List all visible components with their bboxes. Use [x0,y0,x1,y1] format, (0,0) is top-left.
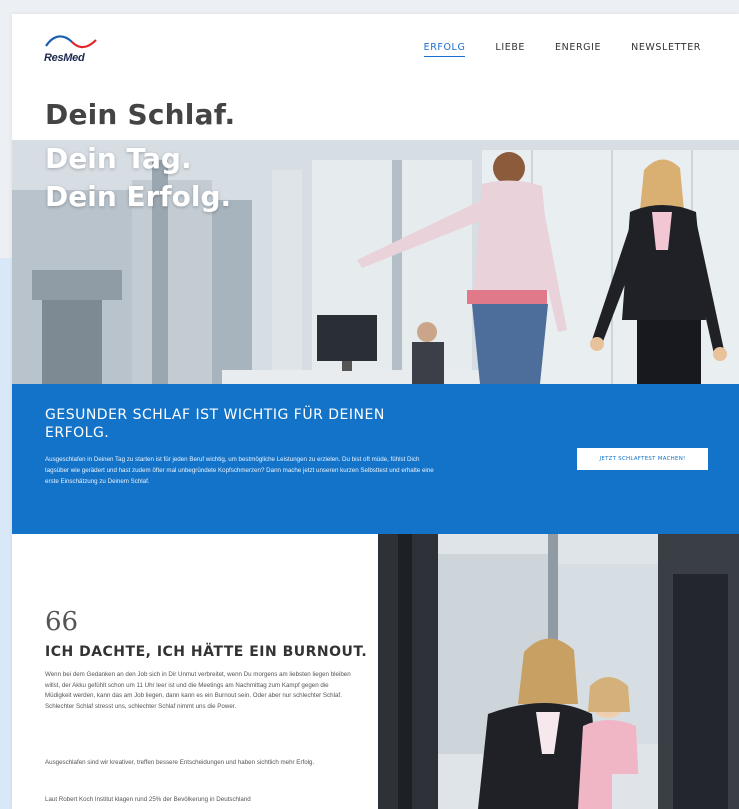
sleep-test-button[interactable]: JETZT SCHLAFTEST MACHEN! [577,448,708,470]
side-accent-bar [0,258,12,809]
testimonial-paragraph-2: Ausgeschlafen sind wir kreativer, treffe… [45,759,315,766]
nav-item-newsletter[interactable]: NEWSLETTER [631,42,701,57]
testimonial-paragraph-3: Laut Robert Koch Institut klagen rund 25… [45,796,251,803]
testimonial-heading: ICH DACHTE, ICH HÄTTE EIN BURNOUT. [45,644,368,660]
mother-daughter-image [378,534,739,809]
hero-title-line-2: Dein Tag. [45,142,192,175]
hero-title-line-1: Dein Schlaf. [45,98,236,131]
banner-text: Ausgeschlafen in Deinen Tag zu starten i… [45,456,434,485]
resmed-logo[interactable]: ResMed [44,32,104,68]
hero-title-line-3: Dein Erfolg. [45,180,232,213]
office-mother-daughter-illustration [378,534,739,809]
nav-item-energie[interactable]: ENERGIE [555,42,601,57]
sleep-test-banner: GESUNDER SCHLAF IST WICHTIG FÜR DEINEN E… [12,384,739,534]
logo-text: ResMed [44,52,85,64]
site-header: ResMed ERFOLG LIEBE ENERGIE NEWSLETTER [12,14,739,84]
testimonial-paragraph-1: Wenn bei dem Gedanken an den Job sich in… [45,671,351,710]
nav-item-erfolg[interactable]: ERFOLG [423,42,466,57]
logo-wave-icon [45,35,97,49]
quote-icon: 66 [45,607,79,637]
office-scene-illustration [12,140,739,384]
nav-item-liebe[interactable]: LIEBE [495,42,525,57]
hero-image: Dein Tag. Dein Erfolg. [12,140,739,384]
main-nav: ERFOLG LIEBE ENERGIE NEWSLETTER [423,42,701,57]
banner-heading: GESUNDER SCHLAF IST WICHTIG FÜR DEINEN E… [45,407,385,441]
landing-page: ResMed ERFOLG LIEBE ENERGIE NEWSLETTER D… [12,14,739,809]
